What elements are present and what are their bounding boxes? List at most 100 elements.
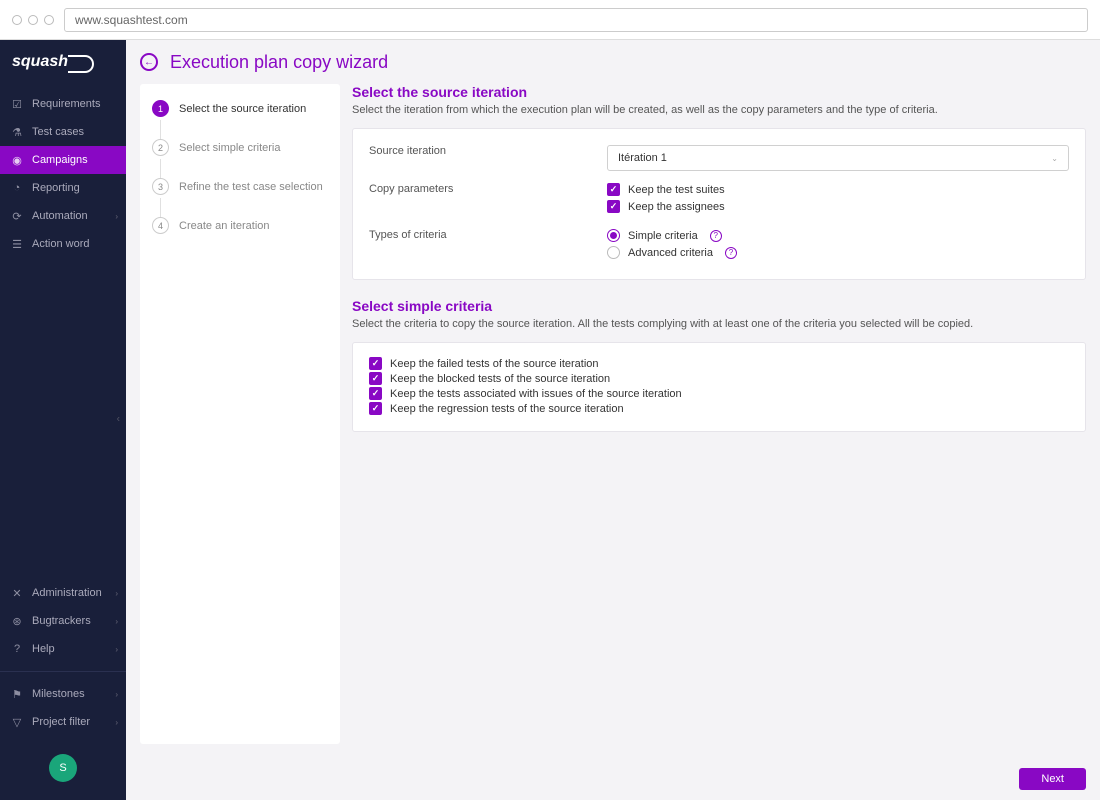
nav-administration[interactable]: ✕ Administration › bbox=[0, 579, 126, 607]
section-title-criteria: Select simple criteria bbox=[352, 298, 1086, 314]
checkbox-keep-regression[interactable]: Keep the regression tests of the source … bbox=[369, 402, 1069, 415]
help-icon[interactable]: ? bbox=[725, 247, 737, 259]
select-value: Itération 1 bbox=[618, 152, 667, 164]
step-label: Select the source iteration bbox=[179, 103, 306, 115]
chevron-right-icon: › bbox=[115, 617, 118, 626]
filter-icon: ▽ bbox=[10, 715, 24, 729]
play-circle-icon: ◉ bbox=[10, 153, 24, 167]
window-controls bbox=[12, 15, 54, 25]
arrow-left-icon: ← bbox=[144, 57, 154, 68]
nav-milestones[interactable]: ⚑ Milestones › bbox=[0, 680, 126, 708]
form-area: Select the source iteration Select the i… bbox=[352, 84, 1086, 744]
nav-label: Reporting bbox=[32, 182, 80, 194]
gauge-icon: ◔ bbox=[10, 181, 24, 195]
step-number: 2 bbox=[152, 139, 169, 156]
source-iteration-card: Source iteration Itération 1 ⌄ Copy para… bbox=[352, 128, 1086, 280]
chevron-right-icon: › bbox=[115, 690, 118, 699]
nav-label: Help bbox=[32, 643, 55, 655]
nav-requirements[interactable]: ☑ Requirements bbox=[0, 90, 126, 118]
chevron-right-icon: › bbox=[115, 645, 118, 654]
checkbox-icon bbox=[369, 387, 382, 400]
flask-icon: ⚗ bbox=[10, 125, 24, 139]
checkbox-icon bbox=[607, 183, 620, 196]
checkbox-keep-failed[interactable]: Keep the failed tests of the source iter… bbox=[369, 357, 1069, 370]
nav-label: Milestones bbox=[32, 688, 85, 700]
step-number: 3 bbox=[152, 178, 169, 195]
page-title: Execution plan copy wizard bbox=[170, 52, 388, 73]
checkbox-keep-blocked[interactable]: Keep the blocked tests of the source ite… bbox=[369, 372, 1069, 385]
nav-label: Campaigns bbox=[32, 154, 88, 166]
max-dot[interactable] bbox=[44, 15, 54, 25]
checkbox-keep-test-suites[interactable]: Keep the test suites bbox=[607, 183, 1069, 196]
nav-label: Project filter bbox=[32, 716, 90, 728]
divider bbox=[0, 671, 126, 672]
source-iteration-select[interactable]: Itération 1 ⌄ bbox=[607, 145, 1069, 171]
radio-label: Simple criteria bbox=[628, 230, 698, 242]
refresh-icon: ⟳ bbox=[10, 209, 24, 223]
step-number: 1 bbox=[152, 100, 169, 117]
nav-label: Action word bbox=[32, 238, 89, 250]
nav-campaigns[interactable]: ◉ Campaigns bbox=[0, 146, 126, 174]
nav-label: Test cases bbox=[32, 126, 84, 138]
next-button[interactable]: Next bbox=[1019, 768, 1086, 790]
browser-chrome: www.squashtest.com bbox=[0, 0, 1100, 40]
nav-help[interactable]: ? Help › bbox=[0, 635, 126, 663]
step-3[interactable]: 3 Refine the test case selection bbox=[152, 178, 328, 195]
checkbox-icon bbox=[369, 372, 382, 385]
checkbox-keep-issues[interactable]: Keep the tests associated with issues of… bbox=[369, 387, 1069, 400]
radio-icon bbox=[607, 229, 620, 242]
nav-test-cases[interactable]: ⚗ Test cases bbox=[0, 118, 126, 146]
checkbox-label: Keep the blocked tests of the source ite… bbox=[390, 373, 610, 385]
nav-reporting[interactable]: ◔ Reporting bbox=[0, 174, 126, 202]
list-icon: ☰ bbox=[10, 237, 24, 251]
checkbox-label: Keep the test suites bbox=[628, 184, 725, 196]
help-icon[interactable]: ? bbox=[710, 230, 722, 242]
check-square-icon: ☑ bbox=[10, 97, 24, 111]
main-area: ← Execution plan copy wizard 1 Select th… bbox=[126, 40, 1100, 800]
checkbox-label: Keep the regression tests of the source … bbox=[390, 403, 624, 415]
step-1[interactable]: 1 Select the source iteration bbox=[152, 100, 328, 117]
help-icon: ? bbox=[10, 642, 24, 656]
section-title-source: Select the source iteration bbox=[352, 84, 1086, 100]
nav-label: Automation bbox=[32, 210, 88, 222]
checkbox-label: Keep the failed tests of the source iter… bbox=[390, 358, 599, 370]
nav-main: ☑ Requirements ⚗ Test cases ◉ Campaigns … bbox=[0, 84, 126, 264]
simple-criteria-card: Keep the failed tests of the source iter… bbox=[352, 342, 1086, 432]
page-header: ← Execution plan copy wizard bbox=[126, 40, 1100, 84]
nav-action-word[interactable]: ☰ Action word bbox=[0, 230, 126, 258]
wizard-steps: 1 Select the source iteration 2 Select s… bbox=[140, 84, 340, 744]
radio-icon bbox=[607, 246, 620, 259]
step-2[interactable]: 2 Select simple criteria bbox=[152, 139, 328, 156]
checkbox-icon bbox=[369, 402, 382, 415]
min-dot[interactable] bbox=[28, 15, 38, 25]
radio-simple-criteria[interactable]: Simple criteria ? bbox=[607, 229, 1069, 242]
wizard-footer: Next bbox=[126, 758, 1100, 800]
nav-bugtrackers[interactable]: ⊛ Bugtrackers › bbox=[0, 607, 126, 635]
collapse-sidebar-icon[interactable]: ‹ bbox=[117, 413, 120, 424]
step-label: Refine the test case selection bbox=[179, 181, 323, 193]
sidebar: squash ☑ Requirements ⚗ Test cases ◉ Cam… bbox=[0, 40, 126, 800]
logo: squash bbox=[0, 40, 126, 84]
tools-icon: ✕ bbox=[10, 586, 24, 600]
checkbox-icon bbox=[607, 200, 620, 213]
avatar[interactable]: S bbox=[49, 754, 77, 782]
nav-automation[interactable]: ⟳ Automation › bbox=[0, 202, 126, 230]
checkbox-label: Keep the tests associated with issues of… bbox=[390, 388, 682, 400]
section-desc-source: Select the iteration from which the exec… bbox=[352, 104, 1086, 116]
step-number: 4 bbox=[152, 217, 169, 234]
step-label: Create an iteration bbox=[179, 220, 270, 232]
nav-project-filter[interactable]: ▽ Project filter › bbox=[0, 708, 126, 736]
step-4[interactable]: 4 Create an iteration bbox=[152, 217, 328, 234]
nav-secondary: ✕ Administration › ⊛ Bugtrackers › ? Hel… bbox=[0, 573, 126, 669]
nav-label: Bugtrackers bbox=[32, 615, 91, 627]
checkbox-keep-assignees[interactable]: Keep the assignees bbox=[607, 200, 1069, 213]
radio-label: Advanced criteria bbox=[628, 247, 713, 259]
back-button[interactable]: ← bbox=[140, 53, 158, 71]
logo-text: squash bbox=[12, 53, 88, 71]
nav-label: Administration bbox=[32, 587, 102, 599]
chevron-right-icon: › bbox=[115, 589, 118, 598]
url-bar[interactable]: www.squashtest.com bbox=[64, 8, 1088, 32]
close-dot[interactable] bbox=[12, 15, 22, 25]
radio-advanced-criteria[interactable]: Advanced criteria ? bbox=[607, 246, 1069, 259]
step-label: Select simple criteria bbox=[179, 142, 280, 154]
